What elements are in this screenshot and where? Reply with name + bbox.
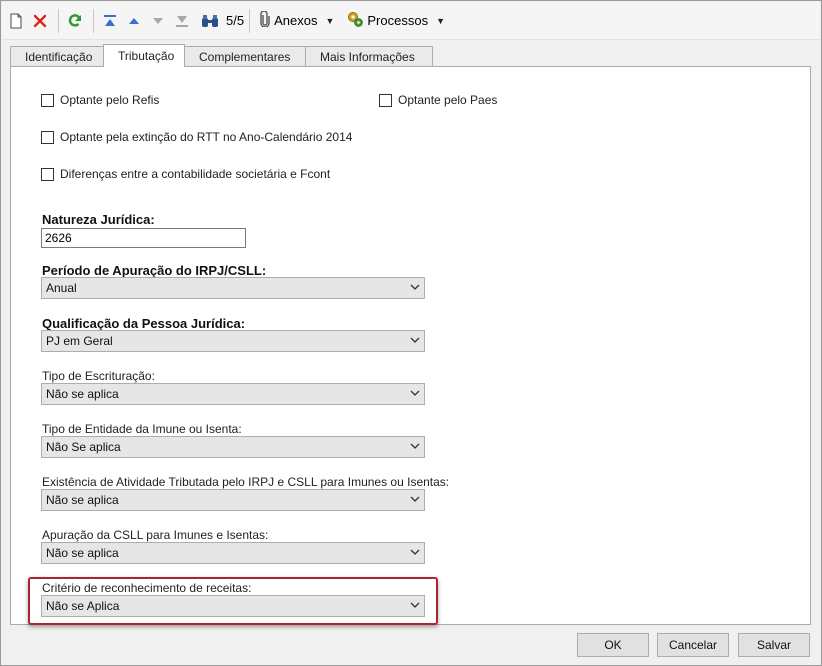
toolbar-separator — [93, 8, 94, 33]
natureza-juridica-input[interactable]: 2626 — [41, 228, 246, 248]
tipo-escrituracao-label: Tipo de Escrituração: — [42, 369, 155, 383]
chevron-down-icon — [410, 281, 420, 295]
checkbox-extincao-rtt[interactable]: Optante pela extinção do RTT no Ano-Cale… — [41, 130, 352, 144]
arrow-up-icon — [126, 13, 142, 29]
delete-button[interactable] — [29, 9, 51, 33]
toolbar-separator — [58, 8, 59, 33]
existencia-atividade-select[interactable]: Não se aplica — [41, 489, 425, 511]
tipo-entidade-label: Tipo de Entidade da Imune ou Isenta: — [42, 422, 242, 436]
cancel-button[interactable]: Cancelar — [657, 633, 729, 657]
checkbox-box[interactable] — [41, 93, 54, 107]
new-document-icon — [9, 13, 23, 29]
qualificacao-label: Qualificação da Pessoa Jurídica: — [42, 316, 246, 331]
binoculars-icon — [201, 13, 219, 29]
first-record-icon — [102, 13, 118, 29]
select-value: PJ em Geral — [46, 334, 113, 348]
checkbox-box[interactable] — [41, 130, 54, 144]
tab-identificacao[interactable]: Identificação — [10, 46, 104, 67]
anexos-label: Anexos — [274, 13, 318, 28]
existencia-atividade-label: Existência de Atividade Tributada pelo I… — [42, 475, 450, 489]
last-record-icon — [174, 13, 190, 29]
first-record-button[interactable] — [99, 9, 121, 33]
dropdown-caret-icon: ▼ — [436, 15, 445, 26]
anexos-menu-button[interactable]: Anexos ▼ — [255, 9, 338, 33]
select-value: Não Se aplica — [46, 440, 121, 454]
delete-x-icon — [32, 13, 48, 29]
next-record-button[interactable] — [147, 9, 169, 33]
select-value: Não se aplica — [46, 387, 119, 401]
checkbox-label: Optante pelo Paes — [398, 93, 498, 107]
save-button[interactable]: Salvar — [738, 633, 810, 657]
new-document-button[interactable] — [5, 9, 27, 33]
natureza-juridica-label: Natureza Jurídica: — [42, 212, 155, 227]
checkbox-label: Diferenças entre a contabilidade societá… — [60, 167, 331, 181]
chevron-down-icon — [410, 493, 420, 507]
processos-menu-button[interactable]: Processos ▼ — [342, 9, 449, 33]
previous-record-button[interactable] — [123, 9, 145, 33]
periodo-apuracao-label: Período de Apuração do IRPJ/CSLL: — [42, 263, 267, 278]
periodo-apuracao-select[interactable]: Anual — [41, 277, 425, 299]
chevron-down-icon — [410, 546, 420, 560]
select-value: Não se aplica — [46, 493, 119, 507]
checkbox-label: Optante pelo Refis — [60, 93, 160, 107]
ok-button[interactable]: OK — [577, 633, 649, 657]
select-value: Não se Aplica — [46, 599, 120, 613]
checkbox-label: Optante pela extinção do RTT no Ano-Cale… — [60, 130, 353, 144]
tab-tributacao[interactable]: Tributação — [103, 44, 185, 67]
checkbox-diferencas-fcont[interactable]: Diferenças entre a contabilidade societá… — [41, 167, 330, 181]
checkbox-box[interactable] — [41, 167, 54, 181]
tipo-escrituracao-select[interactable]: Não se aplica — [41, 383, 425, 405]
apuracao-csll-label: Apuração da CSLL para Imunes e Isentas: — [42, 528, 269, 542]
gears-icon — [346, 10, 364, 31]
tab-complementares[interactable]: Complementares — [184, 46, 306, 67]
select-value: Não se aplica — [46, 546, 119, 560]
tab-mais-informacoes[interactable]: Mais Informações — [305, 46, 433, 67]
paperclip-icon — [259, 10, 271, 30]
arrow-down-icon — [150, 13, 166, 29]
tab-strip: Identificação Tributação Complementares … — [10, 44, 433, 67]
last-record-button[interactable] — [171, 9, 193, 33]
chevron-down-icon — [410, 599, 420, 613]
checkbox-box[interactable] — [379, 93, 392, 107]
refresh-button[interactable] — [64, 9, 86, 33]
criterio-receitas-select[interactable]: Não se Aplica — [41, 595, 425, 617]
toolbar: 5/5 Anexos ▼ Processos ▼ — [2, 2, 820, 40]
chevron-down-icon — [410, 387, 420, 401]
toolbar-separator — [249, 8, 251, 33]
select-value: Anual — [46, 281, 77, 295]
record-counter: 5/5 — [226, 13, 245, 28]
dropdown-caret-icon: ▼ — [325, 15, 335, 26]
qualificacao-select[interactable]: PJ em Geral — [41, 330, 425, 352]
chevron-down-icon — [410, 334, 420, 348]
criterio-receitas-label: Critério de reconhecimento de receitas: — [42, 581, 252, 595]
tipo-entidade-select[interactable]: Não Se aplica — [41, 436, 425, 458]
checkbox-optante-paes[interactable]: Optante pelo Paes — [379, 93, 497, 107]
find-button[interactable] — [199, 9, 221, 33]
checkbox-optante-refis[interactable]: Optante pelo Refis — [41, 93, 159, 107]
processos-label: Processos — [367, 13, 429, 28]
apuracao-csll-select[interactable]: Não se aplica — [41, 542, 425, 564]
refresh-icon — [67, 13, 83, 29]
form-window: 5/5 Anexos ▼ Processos ▼ Identificação T… — [0, 0, 822, 666]
chevron-down-icon — [410, 440, 420, 454]
